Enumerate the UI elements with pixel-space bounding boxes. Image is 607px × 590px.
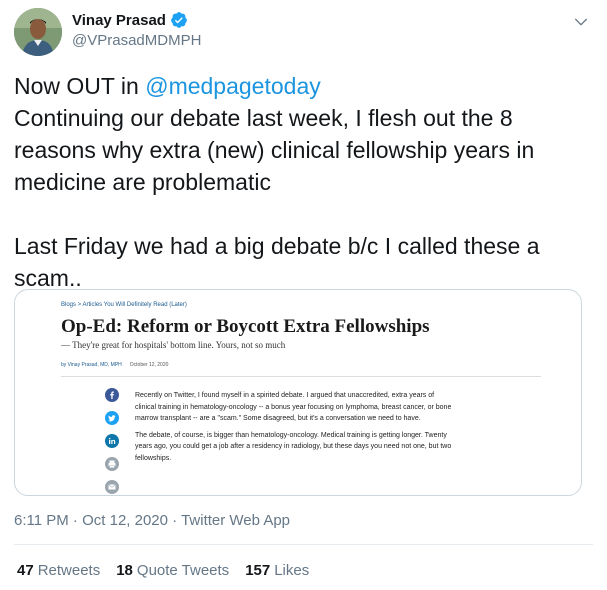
author-handle[interactable]: @VPrasadMDMPH <box>72 32 201 49</box>
share-icons <box>105 388 121 495</box>
tweet-line-3: Last Friday we had a big debate b/c I ca… <box>14 233 540 291</box>
avatar[interactable] <box>14 8 62 56</box>
quote-tweets-stat[interactable]: 18 Quote Tweets <box>116 562 229 579</box>
article-dek: — They're great for hospitals' bottom li… <box>61 340 286 350</box>
tweet-line-1-prefix: Now OUT in <box>14 73 146 99</box>
tweet-stats: 47 Retweets 18 Quote Tweets 157 Likes <box>17 562 325 579</box>
likes-label: Likes <box>274 562 310 579</box>
byline-author: by Vinay Prasad, MD, MPH <box>61 362 122 368</box>
tweet-line-1: Now OUT in @medpagetoday <box>14 70 589 102</box>
article-paragraph: Recently on Twitter, I found myself in a… <box>135 392 452 422</box>
tweet-source[interactable]: Twitter Web App <box>181 512 290 529</box>
twitter-icon <box>105 411 119 425</box>
tweet-header: Vinay Prasad @VPrasadMDMPH <box>14 8 593 56</box>
chevron-down-icon[interactable] <box>571 12 591 32</box>
tweet-line-2: Continuing our debate last week, I flesh… <box>14 105 535 195</box>
likes-stat[interactable]: 157 Likes <box>245 562 309 579</box>
divider <box>14 544 593 545</box>
avatar-image <box>14 8 62 56</box>
mention-link[interactable]: @medpagetoday <box>145 73 321 99</box>
facebook-icon <box>105 388 119 402</box>
author-name[interactable]: Vinay Prasad <box>72 12 166 29</box>
article-body: Recently on Twitter, I found myself in a… <box>135 390 455 469</box>
tweet-meta: 6:11 PM · Oct 12, 2020 · Twitter Web App <box>14 512 290 529</box>
linkedin-icon <box>105 434 119 448</box>
article-preview: Blogs > Articles You Will Definitely Rea… <box>15 290 581 495</box>
tweet-text: Now OUT in @medpagetoday Continuing our … <box>14 70 589 294</box>
retweets-count: 47 <box>17 562 34 579</box>
retweets-label: Retweets <box>37 562 101 579</box>
divider <box>61 376 541 377</box>
quote-tweets-label: Quote Tweets <box>136 562 230 579</box>
tweet-date[interactable]: Oct 12, 2020 <box>82 512 168 529</box>
meta-separator: · <box>68 512 83 529</box>
article-byline: by Vinay Prasad, MD, MPH October 12, 2020 <box>61 362 168 368</box>
tweet-time[interactable]: 6:11 PM <box>14 512 69 529</box>
meta-separator: · <box>168 512 182 529</box>
article-headline: Op-Ed: Reform or Boycott Extra Fellowshi… <box>61 316 430 337</box>
link-preview-card[interactable]: Blogs > Articles You Will Definitely Rea… <box>14 289 582 496</box>
retweets-stat[interactable]: 47 Retweets <box>17 562 100 579</box>
byline-date: October 12, 2020 <box>129 362 169 368</box>
article-paragraph: The debate, of course, is bigger than he… <box>135 431 452 462</box>
quote-tweets-count: 18 <box>116 562 133 579</box>
verified-badge-icon <box>170 11 188 29</box>
breadcrumb: Blogs > Articles You Will Definitely Rea… <box>61 302 187 308</box>
email-icon <box>105 480 119 494</box>
likes-count: 157 <box>245 562 271 579</box>
print-icon <box>105 457 119 471</box>
